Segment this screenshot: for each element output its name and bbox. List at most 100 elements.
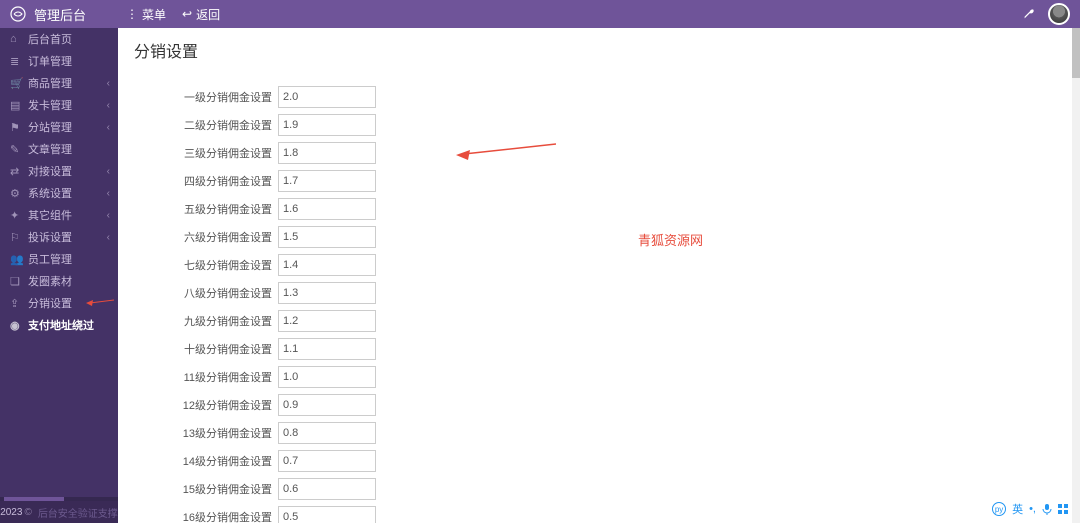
menu-label: 菜单 [142, 6, 166, 23]
highlight-arrow-icon [86, 297, 114, 309]
chevron-left-icon: ‹ [107, 122, 110, 133]
ime-mic-icon[interactable] [1042, 503, 1052, 515]
form-row-0: 一级分销佣金设置 [118, 83, 1080, 111]
sidebar-item-label: 商品管理 [28, 75, 72, 91]
sidebar-item-9[interactable]: ⚐投诉设置‹ [0, 226, 118, 248]
link-icon: ⇄ [10, 165, 22, 178]
sidebar-item-label: 订单管理 [28, 53, 72, 69]
commission-input-level-12[interactable] [278, 394, 376, 416]
logo-icon [10, 6, 26, 22]
share-icon: ⇪ [10, 297, 22, 310]
form-label: 16级分销佣金设置 [118, 509, 278, 523]
commission-input-level-10[interactable] [278, 338, 376, 360]
site-icon: ⚑ [10, 121, 22, 134]
commission-input-level-15[interactable] [278, 478, 376, 500]
avatar[interactable] [1048, 3, 1070, 25]
form-row-13: 14级分销佣金设置 [118, 447, 1080, 475]
sidebar: ⌂后台首页≣订单管理🛒商品管理‹▤发卡管理‹⚑分站管理‹✎文章管理⇄对接设置‹⚙… [0, 28, 118, 523]
form-label: 11级分销佣金设置 [118, 369, 278, 385]
sidebar-item-label: 发圈素材 [28, 273, 72, 289]
back-icon: ↩ [182, 7, 192, 21]
sidebar-item-label: 员工管理 [28, 251, 72, 267]
form-row-6: 七级分销佣金设置 [118, 251, 1080, 279]
form-label: 三级分销佣金设置 [118, 145, 278, 161]
commission-input-level-8[interactable] [278, 282, 376, 304]
form-label: 七级分销佣金设置 [118, 257, 278, 273]
form-label: 二级分销佣金设置 [118, 117, 278, 133]
chevron-left-icon: ‹ [107, 232, 110, 243]
footer-copyright: © [24, 507, 31, 518]
sidebar-item-7[interactable]: ⚙系统设置‹ [0, 182, 118, 204]
sidebar-item-12[interactable]: ⇪ 分销设置 [0, 292, 118, 314]
commission-input-level-4[interactable] [278, 170, 376, 192]
form-area: 一级分销佣金设置二级分销佣金设置三级分销佣金设置四级分销佣金设置五级分销佣金设置… [118, 73, 1080, 523]
cart-icon: 🛒 [10, 77, 22, 90]
sidebar-item-3[interactable]: ▤发卡管理‹ [0, 94, 118, 116]
sidebar-item-label: 后台首页 [28, 31, 72, 47]
form-label: 八级分销佣金设置 [118, 285, 278, 301]
commission-input-level-16[interactable] [278, 506, 376, 523]
back-button[interactable]: ↩ 返回 [182, 6, 220, 23]
commission-input-level-9[interactable] [278, 310, 376, 332]
sidebar-item-label: 分销设置 [28, 295, 72, 311]
ime-grid-icon[interactable] [1058, 504, 1068, 514]
sidebar-item-label: 投诉设置 [28, 229, 72, 245]
commission-input-level-7[interactable] [278, 254, 376, 276]
ime-bar: py 英 •, [992, 501, 1068, 517]
commission-input-level-13[interactable] [278, 422, 376, 444]
sidebar-footer: 2023 © 后台安全验证支撑 [0, 501, 118, 523]
sidebar-item-label: 其它组件 [28, 207, 72, 223]
form-label: 六级分销佣金设置 [118, 229, 278, 245]
commission-input-level-5[interactable] [278, 198, 376, 220]
commission-input-level-11[interactable] [278, 366, 376, 388]
commission-input-level-2[interactable] [278, 114, 376, 136]
sidebar-items: ⌂后台首页≣订单管理🛒商品管理‹▤发卡管理‹⚑分站管理‹✎文章管理⇄对接设置‹⚙… [0, 28, 118, 501]
sidebar-item-11[interactable]: ❏ 发圈素材 [0, 270, 118, 292]
sidebar-item-8[interactable]: ✦其它组件‹ [0, 204, 118, 226]
sidebar-item-4[interactable]: ⚑ 分站管理 ‹ [0, 116, 118, 138]
image-icon: ❏ [10, 275, 22, 288]
form-row-8: 九级分销佣金设置 [118, 307, 1080, 335]
sidebar-item-label: 分站管理 [28, 119, 72, 135]
commission-input-level-14[interactable] [278, 450, 376, 472]
sidebar-item-label: 发卡管理 [28, 97, 72, 113]
sidebar-item-2[interactable]: 🛒商品管理‹ [0, 72, 118, 94]
sidebar-item-5[interactable]: ✎文章管理 [0, 138, 118, 160]
sidebar-item-6[interactable]: ⇄对接设置‹ [0, 160, 118, 182]
chevron-left-icon: ‹ [107, 100, 110, 111]
menu-icon: ⋮ [126, 7, 138, 21]
main: 分销设置 一级分销佣金设置二级分销佣金设置三级分销佣金设置四级分销佣金设置五级分… [118, 28, 1080, 523]
home-icon: ⌂ [10, 33, 22, 45]
chevron-left-icon: ‹ [107, 210, 110, 221]
topbar: 管理后台 ⋮ 菜单 ↩ 返回 [0, 0, 1080, 28]
main-scrollbar[interactable] [1072, 28, 1080, 523]
menu-button[interactable]: ⋮ 菜单 [126, 6, 166, 23]
back-label: 返回 [196, 6, 220, 23]
sidebar-item-label: 支付地址绕过 [28, 317, 94, 333]
commission-input-level-6[interactable] [278, 226, 376, 248]
form-row-1: 二级分销佣金设置 [118, 111, 1080, 139]
sidebar-item-0[interactable]: ⌂ 后台首页 [0, 28, 118, 50]
commission-input-level-1[interactable] [278, 86, 376, 108]
topbar-right [1022, 3, 1070, 25]
ime-lang[interactable]: 英 [1012, 501, 1023, 517]
form-row-15: 16级分销佣金设置 [118, 503, 1080, 523]
sidebar-item-10[interactable]: 👥员工管理 [0, 248, 118, 270]
form-label: 15级分销佣金设置 [118, 481, 278, 497]
form-label: 一级分销佣金设置 [118, 89, 278, 105]
sidebar-scrollbar[interactable] [0, 497, 118, 501]
footer-text: 后台安全验证支撑 [38, 505, 118, 520]
form-row-10: 11级分销佣金设置 [118, 363, 1080, 391]
form-row-5: 六级分销佣金设置 [118, 223, 1080, 251]
ime-punct-icon[interactable]: •, [1029, 503, 1036, 515]
commission-input-level-3[interactable] [278, 142, 376, 164]
sidebar-item-13[interactable]: ◉支付地址绕过 [0, 314, 118, 336]
chevron-left-icon: ‹ [107, 188, 110, 199]
form-row-12: 13级分销佣金设置 [118, 419, 1080, 447]
sidebar-item-1[interactable]: ≣订单管理 [0, 50, 118, 72]
form-row-2: 三级分销佣金设置 [118, 139, 1080, 167]
ime-mode-icon[interactable]: py [992, 502, 1006, 516]
form-label: 四级分销佣金设置 [118, 173, 278, 189]
wrench-icon[interactable] [1022, 7, 1036, 21]
form-row-11: 12级分销佣金设置 [118, 391, 1080, 419]
